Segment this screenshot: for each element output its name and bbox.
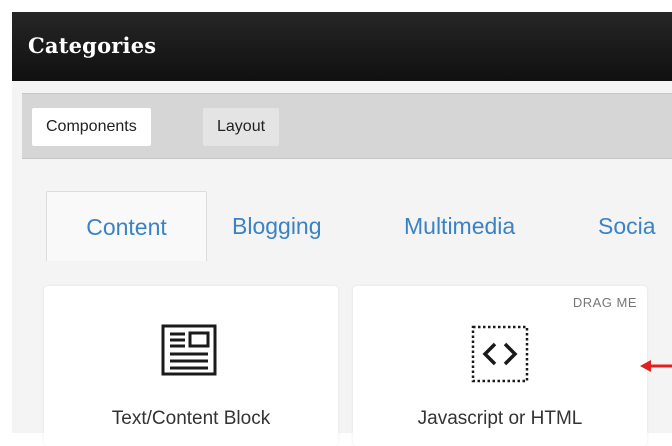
- component-card-javascript-html[interactable]: DRAG ME Javascript or HTML: [353, 286, 647, 446]
- components-button[interactable]: Components: [32, 108, 151, 146]
- component-card-text-block[interactable]: Text/Content Block: [44, 286, 338, 446]
- card-label: Text/Content Block: [111, 408, 271, 429]
- toolbar: Components Layout: [22, 93, 672, 159]
- red-arrow-icon: [640, 358, 672, 379]
- tab-multimedia[interactable]: Multimedia: [404, 191, 515, 261]
- code-icon: [470, 324, 530, 389]
- card-label: Javascript or HTML: [417, 408, 583, 429]
- layout-button[interactable]: Layout: [203, 108, 280, 146]
- page-title: Categories: [28, 33, 157, 58]
- category-tabs: Content Blogging Multimedia Socia: [12, 191, 672, 261]
- components-panel: Components Layout Content Blogging Multi…: [12, 81, 672, 446]
- tab-content[interactable]: Content: [46, 191, 207, 261]
- header-bar: Categories: [12, 12, 672, 81]
- drag-me-badge: DRAG ME: [572, 295, 637, 310]
- top-edge: [0, 0, 672, 12]
- tab-social[interactable]: Socia: [598, 191, 656, 261]
- tab-blogging[interactable]: Blogging: [232, 191, 322, 261]
- document-icon: [161, 324, 217, 381]
